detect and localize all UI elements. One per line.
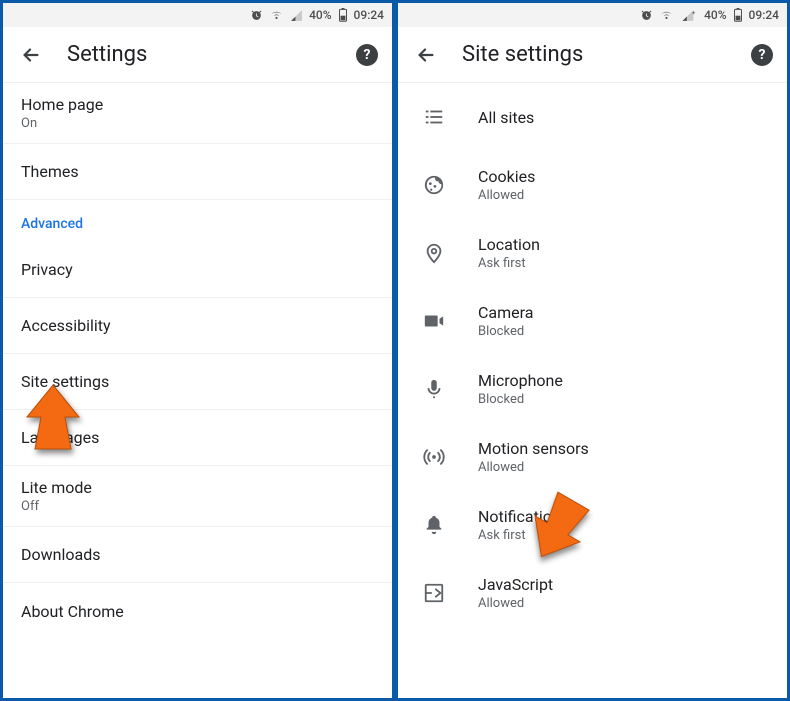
row-label: Downloads xyxy=(21,545,374,564)
row-label: Motion sensors xyxy=(478,439,589,458)
row-site-settings[interactable]: Site settings xyxy=(3,354,392,410)
signal-icon: + xyxy=(680,9,698,22)
row-label: About Chrome xyxy=(21,602,374,621)
clock: 09:24 xyxy=(354,8,384,22)
signal-icon xyxy=(290,9,303,22)
status-bar: 40% 09:24 xyxy=(3,3,392,27)
row-label: Privacy xyxy=(21,260,374,279)
status-bar: + 40% 09:24 xyxy=(398,3,787,27)
row-label: Microphone xyxy=(478,371,563,390)
row-themes[interactable]: Themes xyxy=(3,144,392,200)
row-accessibility[interactable]: Accessibility xyxy=(3,298,392,354)
battery-pct: 40% xyxy=(704,8,726,22)
settings-list: Home page On Themes Advanced Privacy Acc… xyxy=(3,83,392,698)
row-label: Cookies xyxy=(478,167,535,186)
row-javascript[interactable]: JavaScript Allowed xyxy=(398,559,787,627)
help-button[interactable]: ? xyxy=(356,44,378,66)
row-label: Accessibility xyxy=(21,316,374,335)
section-advanced: Advanced xyxy=(3,200,392,242)
clock: 09:24 xyxy=(749,8,779,22)
row-sub: Ask first xyxy=(478,256,540,271)
wifi-icon xyxy=(269,9,284,22)
row-notifications[interactable]: Notifications Ask first xyxy=(398,491,787,559)
svg-text:+: + xyxy=(692,10,695,16)
row-label: Camera xyxy=(478,303,533,322)
row-camera[interactable]: Camera Blocked xyxy=(398,287,787,355)
row-label: Languages xyxy=(21,428,374,447)
row-label: Location xyxy=(478,235,540,254)
row-label: JavaScript xyxy=(478,575,553,594)
camera-icon xyxy=(414,310,454,332)
help-button[interactable]: ? xyxy=(751,44,773,66)
row-lite-mode[interactable]: Lite mode Off xyxy=(3,466,392,527)
row-label: Themes xyxy=(21,162,374,181)
row-label: Site settings xyxy=(21,372,374,391)
bell-icon xyxy=(414,514,454,536)
alarm-icon xyxy=(250,9,263,22)
row-downloads[interactable]: Downloads xyxy=(3,527,392,583)
row-privacy[interactable]: Privacy xyxy=(3,242,392,298)
row-label: Notifications xyxy=(478,507,569,526)
row-languages[interactable]: Languages xyxy=(3,410,392,466)
row-location[interactable]: Location Ask first xyxy=(398,219,787,287)
row-sub: Off xyxy=(21,499,374,514)
row-label: Lite mode xyxy=(21,478,374,497)
row-sub: Allowed xyxy=(478,188,535,203)
row-sub: Allowed xyxy=(478,460,589,475)
javascript-icon xyxy=(414,582,454,604)
row-motion-sensors[interactable]: Motion sensors Allowed xyxy=(398,423,787,491)
microphone-icon xyxy=(414,378,454,400)
list-icon xyxy=(414,106,454,128)
row-microphone[interactable]: Microphone Blocked xyxy=(398,355,787,423)
settings-panel-left: 40% 09:24 Settings ? Home page On Themes… xyxy=(0,0,395,701)
alarm-icon xyxy=(640,9,653,22)
page-title: Site settings xyxy=(462,42,729,67)
back-button[interactable] xyxy=(412,41,440,69)
row-sub: Allowed xyxy=(478,596,553,611)
row-label: Home page xyxy=(21,95,374,114)
row-sub: On xyxy=(21,116,374,131)
row-about-chrome[interactable]: About Chrome xyxy=(3,583,392,639)
row-sub: Blocked xyxy=(478,324,533,339)
row-sub: Blocked xyxy=(478,392,563,407)
row-home-page[interactable]: Home page On xyxy=(3,83,392,144)
site-settings-list: All sites Cookies Allowed Location A xyxy=(398,83,787,698)
row-cookies[interactable]: Cookies Allowed xyxy=(398,151,787,219)
header: Site settings ? xyxy=(398,27,787,83)
row-sub: Ask first xyxy=(478,528,569,543)
battery-icon xyxy=(338,8,348,22)
location-icon xyxy=(414,242,454,264)
site-settings-panel-right: + 40% 09:24 Site settings ? All sites xyxy=(395,0,790,701)
cookie-icon xyxy=(414,174,454,196)
row-all-sites[interactable]: All sites xyxy=(398,83,787,151)
row-label: All sites xyxy=(478,108,534,127)
battery-pct: 40% xyxy=(309,8,331,22)
header: Settings ? xyxy=(3,27,392,83)
back-button[interactable] xyxy=(17,41,45,69)
battery-icon xyxy=(733,8,743,22)
wifi-icon xyxy=(659,9,674,22)
page-title: Settings xyxy=(67,42,334,67)
sensors-icon xyxy=(414,446,454,468)
